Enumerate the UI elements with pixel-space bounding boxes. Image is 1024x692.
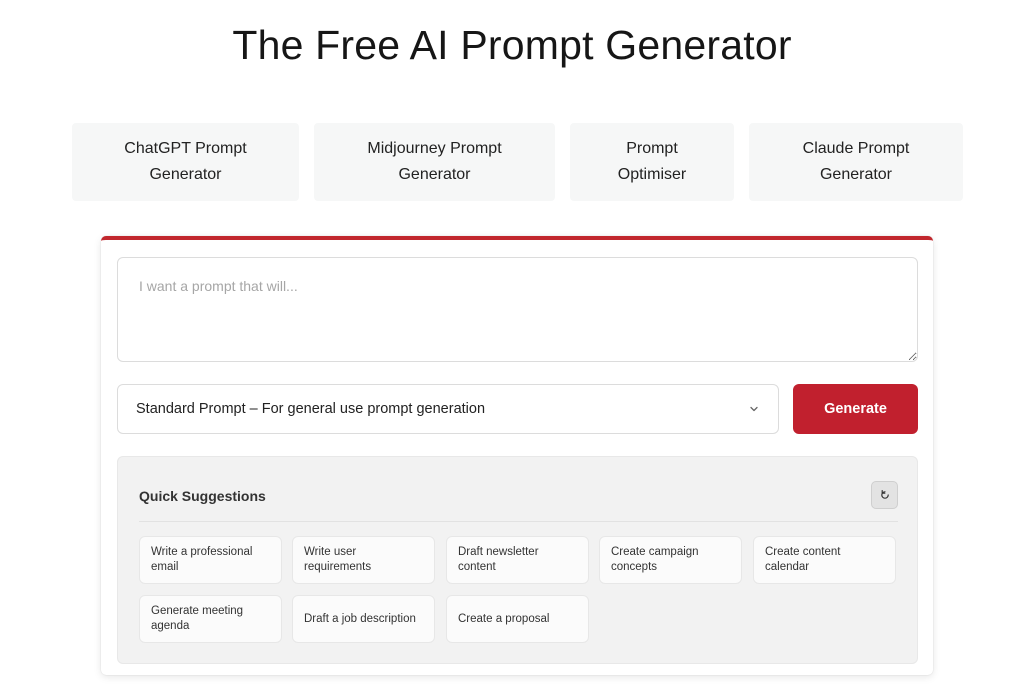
page-title: The Free AI Prompt Generator bbox=[232, 22, 792, 68]
suggestion-label: Write user requirements bbox=[304, 546, 372, 573]
generate-button[interactable]: Generate bbox=[793, 384, 918, 434]
suggestion-chip[interactable]: Generate meeting agenda bbox=[139, 595, 282, 643]
tab-midjourney-prompt-generator[interactable]: Midjourney Prompt Generator bbox=[314, 123, 555, 201]
suggestion-chip[interactable]: Draft newsletter content bbox=[446, 536, 589, 584]
tab-chatgpt-prompt-generator[interactable]: ChatGPT Prompt Generator bbox=[72, 123, 299, 201]
tab-label: Midjourney Prompt Generator bbox=[367, 140, 502, 183]
suggestion-chip[interactable]: Create campaign concepts bbox=[599, 536, 742, 584]
divider bbox=[139, 521, 898, 522]
prompt-input[interactable] bbox=[117, 257, 918, 362]
suggestion-label: Write a professional email bbox=[151, 546, 253, 573]
chevron-down-icon bbox=[750, 406, 758, 412]
suggestion-label: Draft newsletter content bbox=[458, 546, 539, 573]
tab-prompt-optimiser[interactable]: Prompt Optimiser bbox=[570, 123, 734, 201]
tab-label: Prompt Optimiser bbox=[617, 140, 687, 183]
quick-suggestions-panel: Quick Suggestions Write a professional e… bbox=[117, 456, 918, 664]
suggestion-label: Draft a job description bbox=[304, 612, 416, 625]
tab-label: Claude Prompt Generator bbox=[802, 140, 910, 183]
quick-suggestions-title: Quick Suggestions bbox=[139, 488, 266, 504]
prompt-generator-card: Standard Prompt – For general use prompt… bbox=[101, 236, 933, 675]
suggestion-chip[interactable]: Write a professional email bbox=[139, 536, 282, 584]
prompt-type-select[interactable]: Standard Prompt – For general use prompt… bbox=[117, 384, 779, 434]
suggestion-chip[interactable]: Write user requirements bbox=[292, 536, 435, 584]
suggestion-chip[interactable]: Create content calendar bbox=[753, 536, 896, 584]
suggestion-label: Create content calendar bbox=[765, 546, 841, 573]
refresh-icon bbox=[880, 490, 889, 499]
suggestion-chip[interactable]: Create a proposal bbox=[446, 595, 589, 643]
tool-tabs: ChatGPT Prompt Generator Midjourney Prom… bbox=[0, 123, 1024, 201]
suggestion-label: Generate meeting agenda bbox=[151, 605, 244, 632]
refresh-suggestions-button[interactable] bbox=[871, 481, 898, 509]
tab-claude-prompt-generator[interactable]: Claude Prompt Generator bbox=[749, 123, 963, 201]
suggestion-label: Create a proposal bbox=[458, 612, 550, 625]
suggestion-label: Create campaign concepts bbox=[611, 546, 699, 573]
suggestion-chip[interactable]: Draft a job description bbox=[292, 595, 435, 643]
tab-label: ChatGPT Prompt Generator bbox=[124, 140, 247, 183]
prompt-type-selected-value: Standard Prompt – For general use prompt… bbox=[136, 401, 486, 417]
